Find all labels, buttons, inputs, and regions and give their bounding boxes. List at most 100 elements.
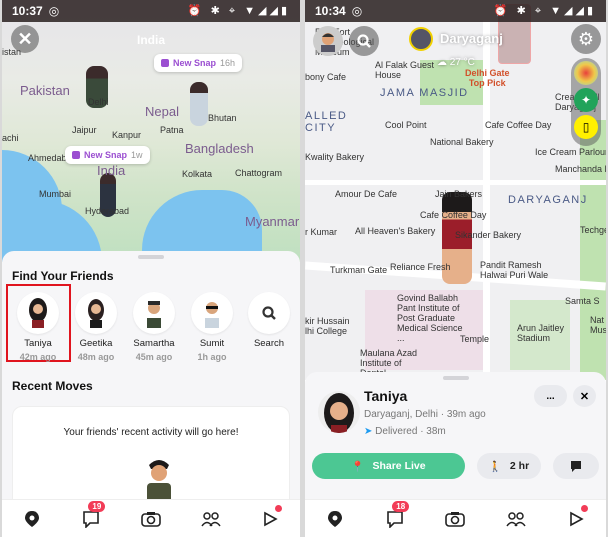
satellite-button[interactable]: ✦ [574,88,598,112]
sheet-handle[interactable] [442,376,469,380]
map-label[interactable]: Reliance Fresh [390,262,451,272]
find-friends-title: Find Your Friends [12,269,114,283]
map-label[interactable]: Hyderabad [85,206,129,216]
top-pick-tag: Top Pick [468,78,506,88]
walk-eta-label: 2 hr [509,460,530,472]
map-label[interactable]: National Bakery [430,137,494,147]
settings-button[interactable]: ⚙ [571,24,601,54]
map-label[interactable]: Cafe Coffee Day [485,120,551,130]
map-label[interactable]: Manchanda Ba [555,164,606,174]
map-label[interactable]: Nepal [145,104,179,119]
map-pin-icon [24,510,39,527]
friends-icon [506,511,526,526]
close-icon: ✕ [579,390,590,403]
location-line: Daryaganj, Delhi · 39m ago [364,409,486,420]
friend-bitmoji-nepal[interactable] [190,82,208,126]
map-label[interactable]: Jaipur [72,125,97,135]
status-bar: 10:34 ◎ ⏰ ✱ ⌖ ▼◢◢▮ [305,0,606,22]
play-icon [264,511,278,526]
heatmap-button[interactable] [574,61,598,85]
map-label[interactable]: India [97,163,125,178]
map-label[interactable]: Chattogram [235,168,282,178]
temperature: 27 °C [449,57,475,68]
nav-chat[interactable]: 19 [79,500,106,531]
memories-button[interactable]: ▯ [574,115,598,139]
walk-eta-button[interactable]: 🚶 2 hr [477,453,541,479]
map-label[interactable]: Turkman Gate [330,265,387,275]
map-label[interactable]: JAMA MASJID [380,87,469,99]
chat-badge: 18 [392,500,410,512]
map-label[interactable]: Pakistan [20,83,70,98]
map-label[interactable]: Pandit Ramesh Halwai Puri Wale [480,260,550,280]
map-label[interactable]: Bhutan [208,113,237,123]
map-label[interactable]: DARYAGANJ [508,194,588,206]
snap-label: New Snap [173,58,217,68]
bottom-nav: 18 [305,499,606,537]
map-label[interactable]: Kanpur [112,130,141,140]
map-label[interactable]: Jain Bakers [435,189,482,199]
new-snap-pill[interactable]: New Snap 16h [154,54,243,72]
map-label[interactable]: r Kumar [305,227,337,237]
share-live-button[interactable]: 📍 Share Live [312,453,465,479]
map-label[interactable]: Temple [460,334,489,344]
map-label[interactable]: Nat Mus [590,315,606,335]
nav-friends[interactable] [199,507,223,531]
map-label[interactable]: Ice Cream Parlour [535,147,606,157]
map-label[interactable]: Amour De Cafe [335,189,397,199]
empty-text: Your friends' recent activity will go he… [63,427,239,438]
map-label[interactable]: Kwality Bakery [305,152,364,162]
map-label[interactable]: bony Cafe [305,72,346,82]
map-label[interactable]: Sikander Bakery [455,230,521,240]
map-label[interactable]: ALLED CITY [305,110,355,134]
nav-stories[interactable] [258,504,283,531]
snap-icon [161,59,169,67]
search-button[interactable] [349,26,379,56]
close-button[interactable]: ✕ [573,385,596,407]
map-label[interactable]: Al Falak Guest House [375,60,435,80]
map-label[interactable]: Myanmar [245,214,299,229]
map-label[interactable]: Cafe Coffee Day [420,210,486,220]
chat-icon [387,510,404,528]
nav-chat[interactable]: 18 [383,500,410,531]
map-label[interactable]: Patna [160,125,184,135]
map-label[interactable]: Mumbai [39,189,71,199]
map-label[interactable]: Delhi [88,97,109,107]
highlight-box [6,284,71,362]
nav-map[interactable] [20,507,44,531]
camera-icon [141,511,161,527]
map-label[interactable]: All Heaven's Bakery [355,226,435,236]
map-label[interactable]: achi [2,133,19,143]
chat-icon [83,510,100,528]
bitmoji-thumbs-up [147,460,171,505]
new-snap-pill[interactable]: New Snap 1w [65,146,150,164]
map-label[interactable]: Arun Jaitley Stadium [517,323,567,343]
nav-camera[interactable] [443,507,467,531]
nav-friends[interactable] [504,507,528,531]
map-label[interactable]: Kolkata [182,169,212,179]
share-live-label: Share Live [372,460,426,472]
snap-ago: 16h [220,58,236,68]
delivered-status: ➤ Delivered · 38m [364,426,446,437]
map-label[interactable]: Cool Point [385,120,427,130]
map-label[interactable]: Samta S [565,296,600,306]
sheet-handle[interactable] [138,255,164,259]
recent-moves-title: Recent Moves [12,379,93,393]
chat-bubble-icon [571,461,581,472]
gear-icon: ⚙ [577,28,595,49]
more-button[interactable]: ... [534,385,567,407]
nav-camera[interactable] [139,507,163,531]
location-thumbnail[interactable] [409,27,433,51]
my-bitmoji-button[interactable] [313,26,343,56]
top-pick-label[interactable]: Delhi Gate Top Pick [465,68,510,88]
taniya-avatar[interactable] [318,391,360,433]
play-icon [570,511,584,526]
map-label[interactable]: Techge [580,225,606,235]
left-screen: 10:37 ◎ ⏰ ✱ ⌖ ▼◢◢▮ Pakistan Delhi Nepal Bhu… [2,0,300,537]
nav-stories[interactable] [564,504,588,531]
snap-label: New Snap [84,150,128,160]
map-label[interactable]: kir Hussain lhi College [305,316,355,336]
chat-button[interactable] [553,453,599,479]
map-label[interactable]: Bangladesh [185,141,254,156]
nav-map[interactable] [323,507,347,531]
status-icons: ⏰ ✱ ⌖ ▼◢◢▮ [187,5,290,17]
